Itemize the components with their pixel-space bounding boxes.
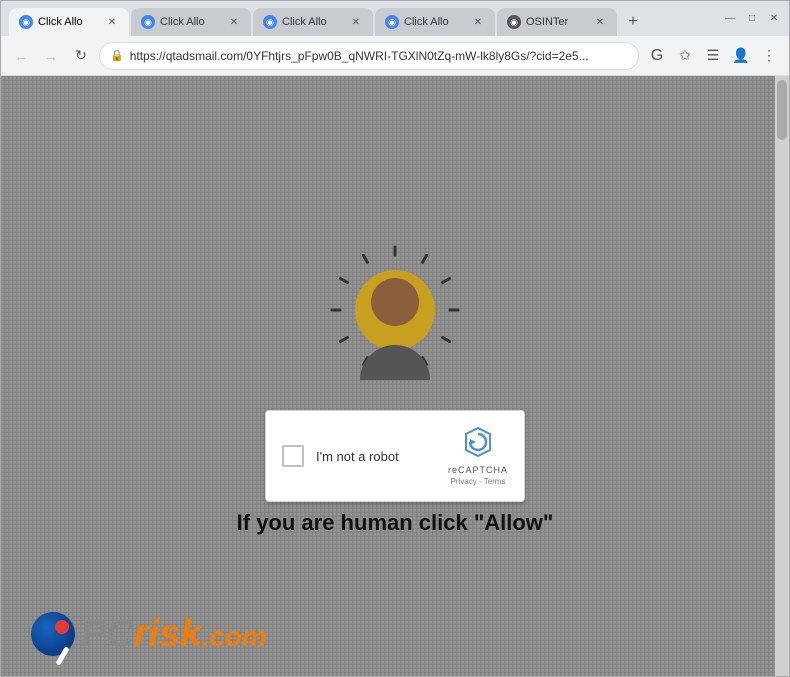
tab-title-2: Click Allo — [160, 16, 222, 28]
lock-icon: 🔒 — [110, 49, 124, 62]
person-head — [371, 278, 419, 326]
scrollbar[interactable] — [775, 76, 789, 676]
tab-5[interactable]: ◉ OSINTer ✕ — [497, 8, 617, 36]
pcrisk-ball-icon — [31, 612, 75, 656]
new-tab-button[interactable]: + — [619, 8, 647, 36]
tab-close-1[interactable]: ✕ — [105, 15, 119, 29]
recaptcha-label: I'm not a robot — [316, 449, 399, 464]
tab-title-3: Click Allo — [282, 16, 344, 28]
recaptcha-logo-icon — [462, 426, 494, 463]
profile-icon[interactable]: 👤 — [729, 44, 753, 68]
address-bar: ← → ↻ 🔒 https://qtadsmail.com/0YFhtjrs_p… — [1, 36, 789, 76]
tab-3[interactable]: ◉ Click Allo ✕ — [253, 8, 373, 36]
tab-favicon-4: ◉ — [385, 15, 399, 29]
recaptcha-right: reCAPTCHA Privacy - Terms — [448, 426, 508, 486]
recaptcha-links: Privacy - Terms — [451, 477, 506, 486]
forward-button[interactable]: → — [39, 44, 63, 68]
tab-close-4[interactable]: ✕ — [471, 15, 485, 29]
browser-window: ◉ Click Allo ✕ ◉ Click Allo ✕ ◉ Click Al… — [0, 0, 790, 677]
tabs-area: ◉ Click Allo ✕ ◉ Click Allo ✕ ◉ Click Al… — [9, 1, 715, 36]
maximize-button[interactable]: □ — [745, 12, 759, 26]
main-heading: If you are human click "Allow" — [237, 510, 554, 536]
page-content: I'm not a robot reCAPTCHA Privacy - Term… — [1, 76, 789, 676]
url-bar[interactable]: 🔒 https://qtadsmail.com/0YFhtjrs_pFpw0B_… — [99, 42, 639, 70]
tab-close-5[interactable]: ✕ — [593, 15, 607, 29]
tab-1[interactable]: ◉ Click Allo ✕ — [9, 8, 129, 36]
pcrisk-logo: PCrisk.com — [31, 612, 267, 656]
menu-icon[interactable]: ⋮ — [757, 44, 781, 68]
refresh-button[interactable]: ↻ — [69, 44, 93, 68]
tab-favicon-2: ◉ — [141, 15, 155, 29]
minimize-button[interactable]: — — [723, 12, 737, 26]
tab-favicon-3: ◉ — [263, 15, 277, 29]
title-bar: ◉ Click Allo ✕ ◉ Click Allo ✕ ◉ Click Al… — [1, 1, 789, 36]
pcrisk-risk-text: risk — [134, 613, 202, 655]
back-button[interactable]: ← — [9, 44, 33, 68]
recaptcha-checkbox[interactable] — [282, 445, 304, 467]
tab-2[interactable]: ◉ Click Allo ✕ — [131, 8, 251, 36]
recaptcha-left: I'm not a robot — [282, 445, 399, 467]
recaptcha-widget[interactable]: I'm not a robot reCAPTCHA Privacy - Term… — [265, 410, 525, 502]
tab-title-5: OSINTer — [526, 16, 588, 28]
tab-4[interactable]: ◉ Click Allo ✕ — [375, 8, 495, 36]
bookmark-icon[interactable]: ✩ — [673, 44, 697, 68]
pcrisk-pc-text: PC — [81, 613, 134, 655]
window-controls: — □ ✕ — [715, 12, 781, 26]
extension-icon[interactable]: ☰ — [701, 44, 725, 68]
url-text: https://qtadsmail.com/0YFhtjrs_pFpw0B_qN… — [130, 49, 628, 63]
tab-favicon-1: ◉ — [19, 15, 33, 29]
illustration — [335, 250, 455, 380]
google-apps-icon[interactable]: G — [645, 44, 669, 68]
tab-title-4: Click Allo — [404, 16, 466, 28]
heading-container: If you are human click "Allow" — [1, 510, 789, 536]
close-button[interactable]: ✕ — [767, 12, 781, 26]
scrollbar-thumb[interactable] — [777, 80, 787, 140]
tab-favicon-5: ◉ — [507, 15, 521, 29]
pcrisk-text: PCrisk.com — [81, 615, 267, 653]
tab-close-2[interactable]: ✕ — [227, 15, 241, 29]
tab-close-3[interactable]: ✕ — [349, 15, 363, 29]
recaptcha-brand-text: reCAPTCHA — [448, 465, 508, 475]
content-center: I'm not a robot reCAPTCHA Privacy - Term… — [265, 250, 525, 502]
tab-title-1: Click Allo — [38, 16, 100, 28]
address-actions: G ✩ ☰ 👤 ⋮ — [645, 44, 781, 68]
pcrisk-handle — [55, 646, 69, 666]
pcrisk-com-text: .com — [201, 621, 266, 652]
